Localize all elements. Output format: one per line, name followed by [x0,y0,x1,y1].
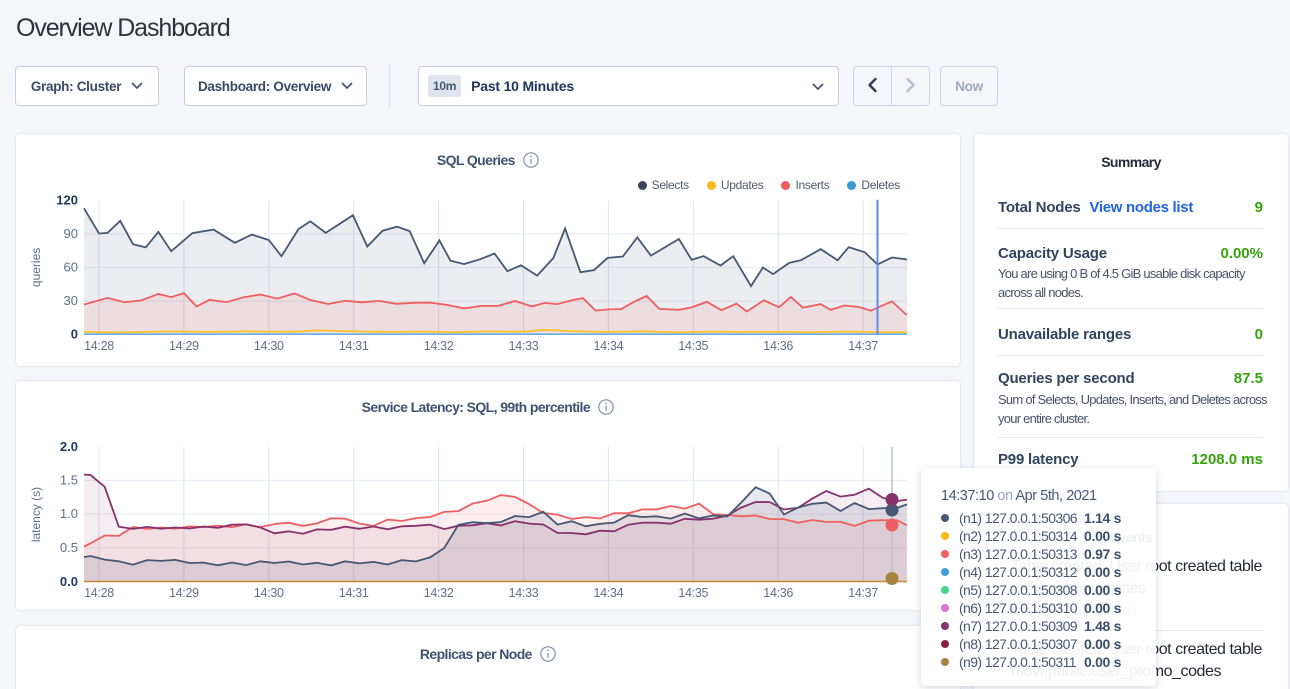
svg-text:30: 30 [64,293,78,308]
svg-text:14:37: 14:37 [848,339,878,353]
svg-text:14:34: 14:34 [594,339,624,353]
svg-text:14:31: 14:31 [339,586,369,600]
svg-text:14:33: 14:33 [509,339,539,353]
svg-text:14:33: 14:33 [509,586,539,600]
svg-text:14:31: 14:31 [339,339,369,353]
svg-text:14:30: 14:30 [254,586,284,600]
svg-text:queries: queries [29,248,43,287]
svg-text:0: 0 [71,327,78,342]
svg-text:14:29: 14:29 [169,586,199,600]
svg-text:14:37: 14:37 [848,586,878,600]
svg-text:14:30: 14:30 [254,339,284,353]
svg-text:0.5: 0.5 [60,540,78,555]
svg-text:14:32: 14:32 [424,339,454,353]
svg-text:14:28: 14:28 [84,586,114,600]
svg-text:1.5: 1.5 [60,472,78,487]
svg-text:14:36: 14:36 [763,586,793,600]
svg-text:14:32: 14:32 [424,586,454,600]
svg-text:14:35: 14:35 [678,339,708,353]
svg-text:90: 90 [64,226,78,241]
svg-text:60: 60 [64,259,78,274]
svg-text:14:34: 14:34 [594,586,624,600]
svg-text:14:29: 14:29 [169,339,199,353]
svg-text:14:35: 14:35 [678,586,708,600]
svg-text:0.0: 0.0 [60,574,78,589]
svg-text:latency (s): latency (s) [29,487,43,542]
svg-text:2.0: 2.0 [60,439,78,454]
svg-text:120: 120 [56,193,78,208]
svg-text:14:36: 14:36 [763,339,793,353]
svg-text:1.0: 1.0 [60,506,78,521]
svg-text:14:28: 14:28 [84,339,114,353]
